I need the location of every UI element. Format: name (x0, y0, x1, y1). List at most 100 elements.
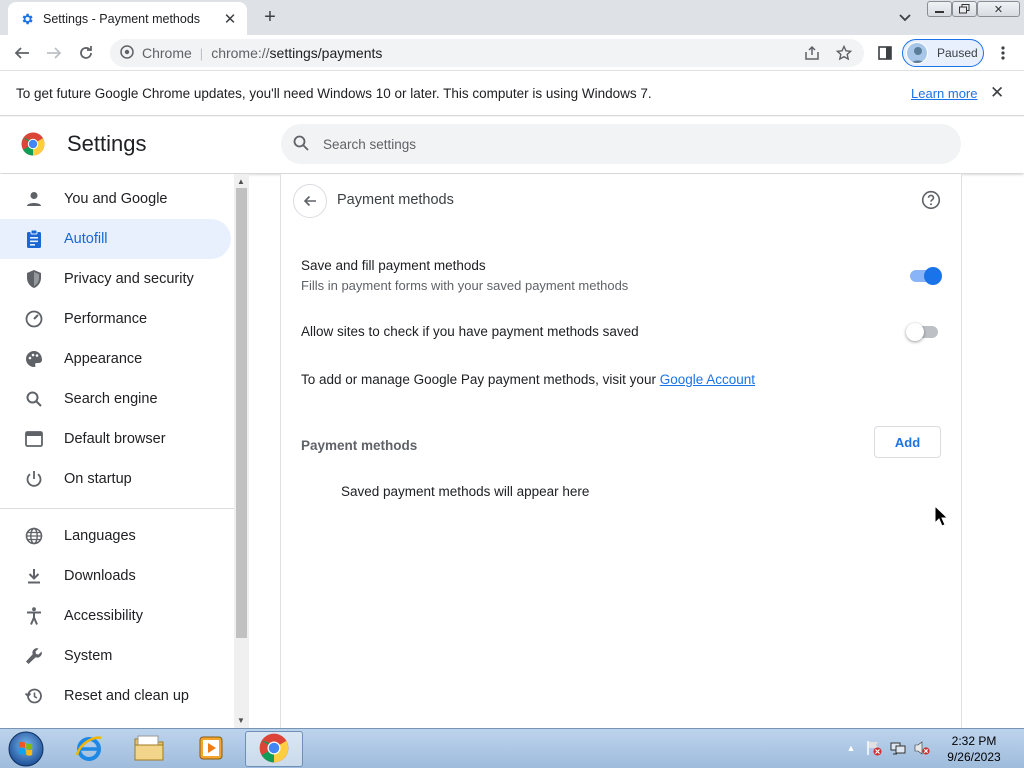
payment-methods-card: Payment methods Save and fill payment me… (280, 174, 962, 728)
tab-strip: Settings - Payment methods ✕ + ✕ (0, 0, 1024, 35)
scroll-down-arrow-icon[interactable]: ▼ (237, 716, 245, 725)
sidebar-item-label: Privacy and security (64, 271, 194, 287)
address-bar[interactable]: Chrome | chrome://settings/payments (110, 39, 864, 67)
clock-time: 2:32 PM (951, 734, 997, 748)
omnibox-url: chrome://settings/payments (211, 45, 382, 61)
sidebar-item-reset[interactable]: Reset and clean up (0, 676, 231, 716)
clipboard-icon (24, 229, 44, 249)
sidebar-item-label: Search engine (64, 391, 158, 407)
side-panel-icon[interactable] (873, 41, 897, 65)
bookmark-star-icon[interactable] (835, 44, 853, 64)
settings-header: Settings Search settings (0, 117, 1024, 173)
sidebar-item-performance[interactable]: Performance (0, 299, 231, 339)
taskbar-media-player[interactable] (182, 731, 240, 767)
settings-title: Settings (67, 131, 147, 156)
share-icon[interactable] (804, 45, 820, 64)
action-center-flag-icon[interactable] (866, 740, 882, 756)
sidebar-item-label: Appearance (64, 351, 143, 367)
save-fill-toggle[interactable] (908, 267, 942, 285)
close-window-icon[interactable]: ✕ (977, 1, 1020, 17)
sidebar-item-you-and-google[interactable]: You and Google (0, 179, 231, 219)
minimize-window-icon[interactable] (927, 1, 952, 17)
settings-gear-icon (20, 12, 34, 26)
sidebar-item-languages[interactable]: Languages (0, 516, 231, 556)
sidebar-item-downloads[interactable]: Downloads (0, 556, 231, 596)
sidebar-item-search-engine[interactable]: Search engine (0, 379, 231, 419)
windows-start-button[interactable] (6, 730, 46, 768)
sidebar-item-label: Languages (64, 528, 136, 544)
browser-window-icon (24, 429, 44, 449)
toggle-knob (906, 323, 924, 341)
update-infobar: To get future Google Chrome updates, you… (0, 72, 1024, 116)
close-infobar-icon[interactable]: ✕ (990, 83, 1004, 103)
search-icon (24, 389, 44, 409)
chrome-taskbar-icon (259, 733, 289, 766)
back-arrow-icon[interactable] (10, 41, 34, 65)
sidebar-item-label: Accessibility (64, 608, 143, 624)
save-fill-subtitle: Fills in payment forms with your saved p… (301, 278, 629, 293)
taskbar-chrome[interactable] (245, 731, 303, 767)
help-icon[interactable] (921, 190, 941, 210)
accessibility-icon (24, 606, 44, 626)
toggle-knob (924, 267, 942, 285)
show-hidden-icons-icon[interactable]: ▲ (843, 740, 859, 756)
allow-sites-toggle[interactable] (906, 323, 940, 341)
sidebar-item-label: Downloads (64, 568, 136, 584)
search-icon (293, 135, 309, 154)
add-payment-button[interactable]: Add (874, 426, 941, 458)
reload-icon[interactable] (74, 41, 98, 65)
omnibox-separator: | (199, 45, 204, 61)
empty-state-text: Saved payment methods will appear here (341, 484, 590, 499)
settings-search-input[interactable]: Search settings (281, 124, 961, 164)
media-player-icon (197, 734, 225, 765)
taskbar-internet-explorer[interactable] (60, 731, 118, 767)
folder-icon (133, 734, 165, 765)
back-button[interactable] (293, 184, 327, 218)
sidebar-item-accessibility[interactable]: Accessibility (0, 596, 231, 636)
palette-icon (24, 349, 44, 369)
sidebar-item-label: Autofill (64, 231, 108, 247)
clock-date: 9/26/2023 (947, 750, 1001, 764)
url-scheme: chrome:// (211, 45, 270, 61)
sidebar-item-system[interactable]: System (0, 636, 231, 676)
taskbar-clock[interactable]: 2:32 PM 9/26/2023 (936, 733, 1012, 765)
volume-muted-icon[interactable] (914, 740, 930, 756)
tab-search-icon[interactable] (895, 8, 915, 28)
sidebar-item-label: Performance (64, 311, 148, 327)
scroll-up-arrow-icon[interactable]: ▲ (237, 177, 245, 186)
google-pay-label: To add or manage Google Pay payment meth… (301, 372, 660, 387)
tab-title: Settings - Payment methods (43, 11, 201, 26)
kebab-menu-icon[interactable] (991, 41, 1015, 65)
power-icon (24, 469, 44, 489)
sidebar-scrollbar-thumb[interactable] (236, 188, 247, 638)
profile-button[interactable]: Paused (902, 39, 984, 67)
chrome-site-icon (120, 44, 134, 62)
sidebar-item-on-startup[interactable]: On startup (0, 459, 231, 499)
forward-arrow-icon[interactable] (42, 41, 66, 65)
allow-sites-title: Allow sites to check if you have payment… (301, 324, 639, 339)
tab-settings-payment[interactable]: Settings - Payment methods ✕ (8, 2, 247, 35)
learn-more-link[interactable]: Learn more (911, 86, 977, 101)
new-tab-icon[interactable]: + (259, 6, 281, 28)
close-tab-icon[interactable]: ✕ (221, 10, 239, 28)
sidebar-item-autofill[interactable]: Autofill (0, 219, 231, 259)
payment-methods-heading: Payment methods (301, 438, 418, 453)
mouse-cursor-icon (934, 504, 949, 530)
network-icon[interactable] (890, 740, 906, 756)
profile-status-label: Paused (937, 46, 978, 60)
sidebar-item-default-browser[interactable]: Default browser (0, 419, 231, 459)
omnibox-site-label: Chrome (142, 45, 192, 61)
history-icon (24, 686, 44, 706)
restore-window-icon[interactable] (952, 1, 977, 17)
windows-taskbar: ▲ 2:32 PM 9/26/2023 (0, 728, 1024, 768)
sidebar-item-label: Reset and clean up (64, 688, 189, 704)
sidebar-item-appearance[interactable]: Appearance (0, 339, 231, 379)
sidebar-item-privacy[interactable]: Privacy and security (0, 259, 231, 299)
person-icon (24, 189, 44, 209)
shield-icon (24, 269, 44, 289)
taskbar-file-explorer[interactable] (120, 731, 178, 767)
settings-sidebar: You and Google Autofill Privacy and secu… (0, 174, 234, 728)
google-account-link[interactable]: Google Account (660, 372, 755, 387)
page-title: Payment methods (337, 192, 454, 208)
avatar (906, 42, 928, 64)
